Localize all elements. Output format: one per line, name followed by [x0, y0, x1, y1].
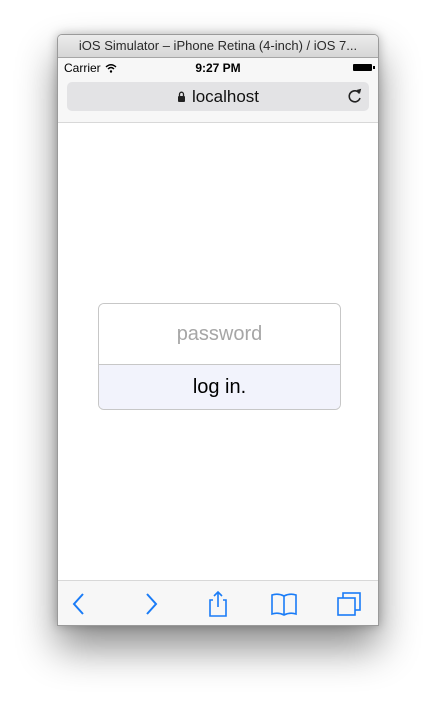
login-button[interactable]: log in.	[99, 365, 340, 409]
simulator-window: iOS Simulator – iPhone Retina (4-inch) /…	[57, 34, 379, 626]
page-content: log in.	[58, 123, 378, 580]
password-field[interactable]	[99, 304, 340, 365]
address-content: localhost	[67, 82, 369, 111]
window-title: iOS Simulator – iPhone Retina (4-inch) /…	[58, 35, 378, 58]
tabs-icon[interactable]	[335, 590, 363, 618]
reload-icon[interactable]	[346, 87, 364, 105]
lock-icon	[177, 91, 185, 102]
battery-icon	[353, 64, 375, 71]
bookmarks-icon[interactable]	[270, 590, 298, 618]
back-icon[interactable]	[66, 590, 94, 618]
login-form: log in.	[98, 303, 341, 410]
browser-toolbar	[58, 580, 378, 625]
address-bar[interactable]: localhost	[67, 82, 369, 111]
forward-icon[interactable]	[137, 590, 165, 618]
status-bar: Carrier 9:27 PM	[58, 58, 378, 78]
share-icon[interactable]	[204, 590, 232, 618]
status-time: 9:27 PM	[195, 61, 241, 75]
url-text: localhost	[191, 86, 260, 106]
browser-nav-bar: localhost	[58, 78, 378, 123]
